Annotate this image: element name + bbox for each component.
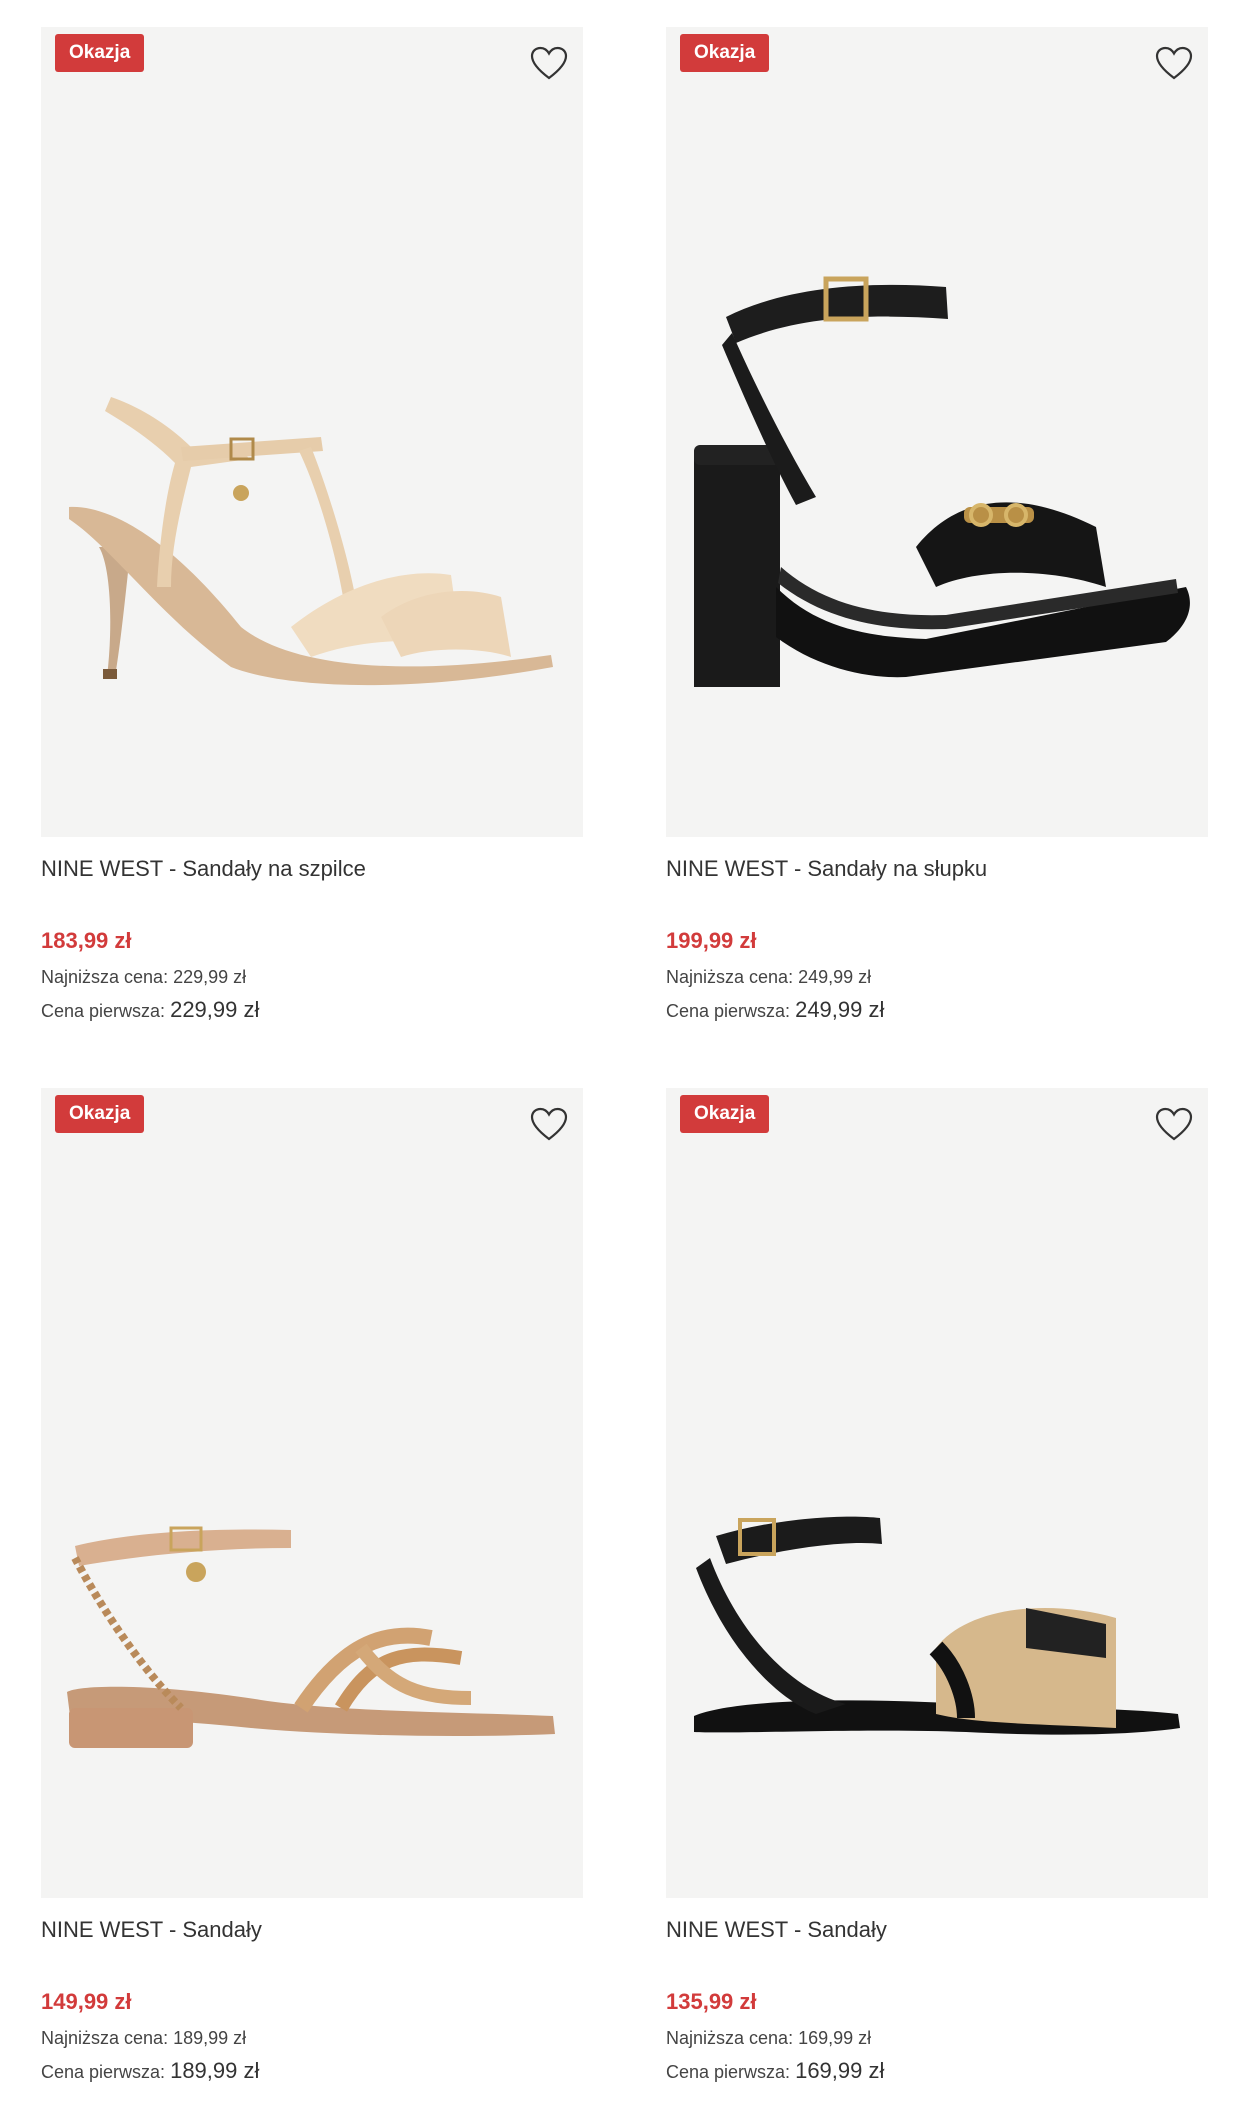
lowest-price-value: 229,99 zł [173,967,247,987]
lowest-price-value: 249,99 zł [798,967,872,987]
wishlist-heart-icon[interactable] [1154,45,1194,81]
first-price-label: Cena pierwsza: [666,1001,791,1021]
product-image[interactable]: Okazja [41,1088,583,1898]
product-price: 199,99 zł [666,928,757,953]
sale-badge: Okazja [680,1095,770,1133]
sale-badge: Okazja [55,1095,145,1133]
sale-badge: Okazja [680,34,770,72]
product-title[interactable]: NINE WEST - Sandały [666,1917,887,1943]
product-price: 149,99 zł [41,1989,132,2014]
first-price-row: Cena pierwsza: 249,99 zł [666,997,884,1023]
first-price-row: Cena pierwsza: 189,99 zł [41,2058,259,2084]
first-price-row: Cena pierwsza: 229,99 zł [41,997,259,1023]
product-image[interactable]: Okazja [41,27,583,837]
product-card[interactable]: Okazja NINE WEST - Sandały 149,99 zł Naj… [41,1088,583,2108]
product-title[interactable]: NINE WEST - Sandały na szpilce [41,856,366,882]
lowest-price-label: Najniższa cena: [666,967,794,987]
product-price: 183,99 zł [41,928,132,953]
wishlist-heart-icon[interactable] [1154,1106,1194,1142]
black-platform-sandal-image [694,276,1190,687]
lowest-price-row: Najniższa cena: 169,99 zł [666,2028,871,2049]
product-price: 135,99 zł [666,1989,757,2014]
lowest-price-value: 169,99 zł [798,2028,872,2048]
first-price-label: Cena pierwsza: [666,2062,791,2082]
lowest-price-label: Najniższa cena: [41,967,169,987]
product-card[interactable]: Okazja NINE WEST - Sandały na szpilce 18… [41,27,583,1047]
black-raffia-flat-sandal-image [694,1516,1180,1735]
first-price-row: Cena pierwsza: 169,99 zł [666,2058,884,2084]
sale-badge: Okazja [55,34,145,72]
lowest-price-row: Najniższa cena: 249,99 zł [666,967,871,988]
first-price-value: 249,99 zł [795,997,885,1022]
lowest-price-row: Najniższa cena: 189,99 zł [41,2028,246,2049]
product-card[interactable]: Okazja NINE WEST - Sandały na słupku 199… [666,27,1208,1047]
product-image[interactable]: Okazja [666,27,1208,837]
first-price-label: Cena pierwsza: [41,2062,166,2082]
lowest-price-row: Najniższa cena: 229,99 zł [41,967,246,988]
product-grid: Okazja NINE WEST - Sandały na szpilce 18… [0,0,1250,2123]
first-price-label: Cena pierwsza: [41,1001,166,1021]
first-price-value: 169,99 zł [795,2058,885,2083]
wishlist-heart-icon[interactable] [529,1106,569,1142]
product-title[interactable]: NINE WEST - Sandały [41,1917,262,1943]
product-title[interactable]: NINE WEST - Sandały na słupku [666,856,987,882]
first-price-value: 189,99 zł [170,2058,260,2083]
wishlist-heart-icon[interactable] [529,45,569,81]
product-image[interactable]: Okazja [666,1088,1208,1898]
product-card[interactable]: Okazja NINE WEST - Sandały 135,99 zł Naj… [666,1088,1208,2108]
rose-gold-flat-sandal-image [67,1526,555,1748]
first-price-value: 229,99 zł [170,997,260,1022]
lowest-price-label: Najniższa cena: [41,2028,169,2048]
lowest-price-value: 189,99 zł [173,2028,247,2048]
lowest-price-label: Najniższa cena: [666,2028,794,2048]
beige-stiletto-sandal-image [69,397,553,686]
